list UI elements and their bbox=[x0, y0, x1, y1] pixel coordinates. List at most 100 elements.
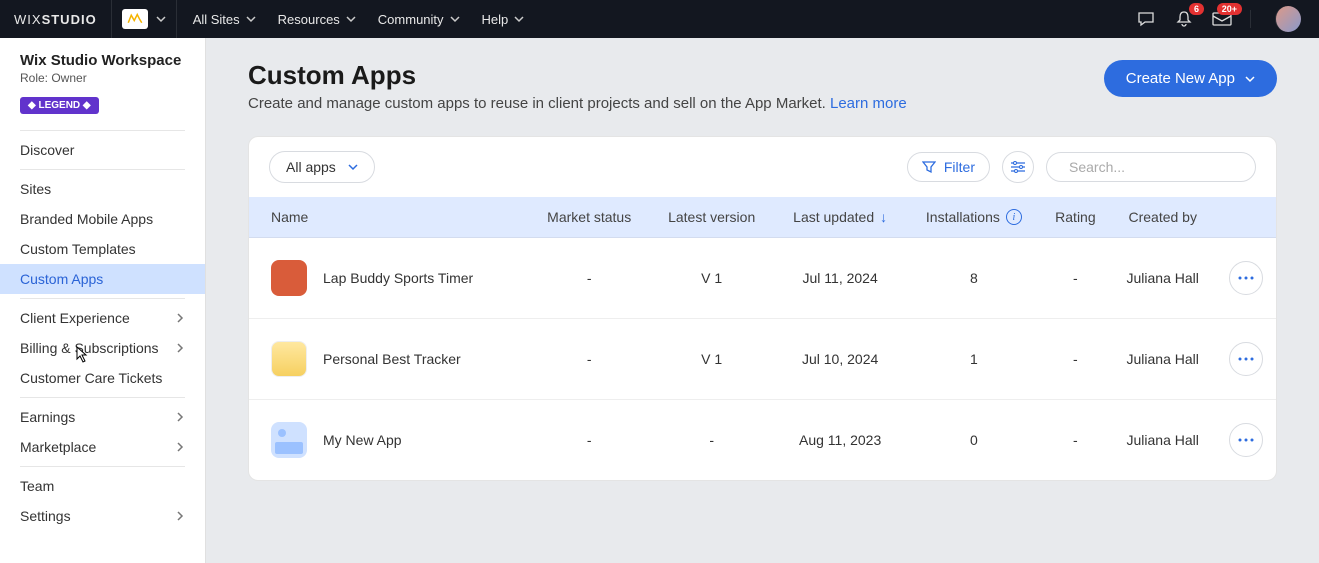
app-name: My New App bbox=[323, 432, 402, 448]
filter-dropdown[interactable]: All apps bbox=[269, 151, 375, 183]
sidebar-item-label: Discover bbox=[20, 142, 74, 158]
site-logo-icon bbox=[122, 9, 148, 29]
th-rating[interactable]: Rating bbox=[1041, 197, 1109, 238]
topnav-help[interactable]: Help bbox=[482, 12, 525, 27]
sidebar-item-label: Customer Care Tickets bbox=[20, 370, 162, 386]
sidebar-item-settings[interactable]: Settings bbox=[0, 501, 205, 531]
cell-updated: Aug 11, 2023 bbox=[774, 400, 907, 481]
th-label: Installations bbox=[926, 209, 1000, 225]
view-options-button[interactable] bbox=[1002, 151, 1034, 183]
sidebar-item-label: Earnings bbox=[20, 409, 75, 425]
bell-icon[interactable]: 6 bbox=[1174, 9, 1194, 29]
row-more-button[interactable] bbox=[1229, 261, 1263, 295]
th-label: Name bbox=[271, 209, 308, 225]
th-name[interactable]: Name bbox=[249, 197, 529, 238]
topnav-resources[interactable]: Resources bbox=[278, 12, 356, 27]
page-desc: Create and manage custom apps to reuse i… bbox=[248, 95, 907, 112]
th-label: Last updated bbox=[793, 209, 874, 225]
apps-card: All apps Filter Name bbox=[248, 136, 1277, 481]
search-input[interactable] bbox=[1069, 159, 1250, 175]
legend-badge: ◆ LEGEND ◆ bbox=[20, 97, 99, 114]
chevron-right-icon bbox=[175, 343, 185, 353]
sidebar-item-client-experience[interactable]: Client Experience bbox=[0, 303, 205, 333]
cell-installs: 8 bbox=[906, 238, 1041, 319]
topnav: All Sites Resources Community Help bbox=[177, 12, 541, 27]
topbar-right: 6 20+ bbox=[1136, 6, 1319, 32]
chevron-down-icon bbox=[450, 14, 460, 24]
app-icon bbox=[271, 260, 307, 296]
cell-market-status: - bbox=[529, 238, 650, 319]
sidebar-item-discover[interactable]: Discover bbox=[0, 135, 205, 165]
topnav-all-sites[interactable]: All Sites bbox=[193, 12, 256, 27]
sidebar-item-customer-care[interactable]: Customer Care Tickets bbox=[0, 363, 205, 393]
divider bbox=[20, 130, 185, 131]
filter-button-label: Filter bbox=[944, 159, 975, 175]
table-row[interactable]: My New App - - Aug 11, 2023 0 - Juliana … bbox=[249, 400, 1276, 481]
sidebar-item-label: Billing & Subscriptions bbox=[20, 340, 159, 356]
sort-down-icon: ↓ bbox=[880, 209, 887, 225]
sidebar-item-earnings[interactable]: Earnings bbox=[0, 402, 205, 432]
sidebar-item-sites[interactable]: Sites bbox=[0, 174, 205, 204]
cell-rating: - bbox=[1041, 238, 1109, 319]
info-icon[interactable]: i bbox=[1006, 209, 1022, 225]
th-latest-version[interactable]: Latest version bbox=[649, 197, 773, 238]
filter-dropdown-label: All apps bbox=[286, 159, 336, 175]
cell-creator: Juliana Hall bbox=[1109, 319, 1216, 400]
topnav-label: All Sites bbox=[193, 12, 240, 27]
topnav-label: Community bbox=[378, 12, 444, 27]
sidebar-item-marketplace[interactable]: Marketplace bbox=[0, 432, 205, 462]
sidebar-item-label: Sites bbox=[20, 181, 51, 197]
brand-bold: STUDIO bbox=[42, 12, 97, 27]
cell-rating: - bbox=[1041, 319, 1109, 400]
topnav-label: Help bbox=[482, 12, 509, 27]
create-btn-label: Create New App bbox=[1126, 70, 1235, 87]
cell-installs: 0 bbox=[906, 400, 1041, 481]
sidebar-item-custom-templates[interactable]: Custom Templates bbox=[0, 234, 205, 264]
chevron-right-icon bbox=[175, 511, 185, 521]
sidebar-item-label: Custom Apps bbox=[20, 271, 103, 287]
th-last-updated[interactable]: Last updated ↓ bbox=[774, 197, 907, 238]
sidebar-item-label: Custom Templates bbox=[20, 241, 136, 257]
sidebar-item-billing[interactable]: Billing & Subscriptions bbox=[0, 333, 205, 363]
divider bbox=[20, 466, 185, 467]
chevron-down-icon bbox=[348, 162, 358, 172]
row-more-button[interactable] bbox=[1229, 423, 1263, 457]
chevron-down-icon bbox=[156, 14, 166, 24]
topnav-community[interactable]: Community bbox=[378, 12, 460, 27]
divider bbox=[20, 298, 185, 299]
chevron-right-icon bbox=[175, 442, 185, 452]
learn-more-link[interactable]: Learn more bbox=[830, 95, 907, 112]
filter-button[interactable]: Filter bbox=[907, 152, 990, 182]
cell-creator: Juliana Hall bbox=[1109, 400, 1216, 481]
sidebar-item-branded-mobile-apps[interactable]: Branded Mobile Apps bbox=[0, 204, 205, 234]
funnel-icon bbox=[922, 160, 936, 174]
chat-icon[interactable] bbox=[1136, 9, 1156, 29]
row-more-button[interactable] bbox=[1229, 342, 1263, 376]
brand: WIX STUDIO bbox=[0, 12, 111, 27]
cell-creator: Juliana Hall bbox=[1109, 238, 1216, 319]
site-switcher[interactable] bbox=[111, 0, 177, 38]
cell-version: V 1 bbox=[649, 319, 773, 400]
divider bbox=[1250, 10, 1251, 28]
th-market-status[interactable]: Market status bbox=[529, 197, 650, 238]
sidebar-item-team[interactable]: Team bbox=[0, 471, 205, 501]
search-box[interactable] bbox=[1046, 152, 1256, 182]
create-new-app-button[interactable]: Create New App bbox=[1104, 60, 1277, 97]
chevron-down-icon bbox=[1245, 74, 1255, 84]
th-label: Latest version bbox=[668, 209, 755, 225]
sidebar-item-label: Branded Mobile Apps bbox=[20, 211, 153, 227]
toolbar: All apps Filter bbox=[249, 137, 1276, 197]
sidebar-item-label: Client Experience bbox=[20, 310, 130, 326]
cell-installs: 1 bbox=[906, 319, 1041, 400]
topnav-label: Resources bbox=[278, 12, 340, 27]
avatar[interactable] bbox=[1275, 6, 1301, 32]
main: Custom Apps Create and manage custom app… bbox=[206, 38, 1319, 563]
sliders-icon bbox=[1010, 160, 1026, 174]
table-row[interactable]: Lap Buddy Sports Timer - V 1 Jul 11, 202… bbox=[249, 238, 1276, 319]
inbox-icon[interactable]: 20+ bbox=[1212, 9, 1232, 29]
th-created-by[interactable]: Created by bbox=[1109, 197, 1216, 238]
sidebar-item-custom-apps[interactable]: Custom Apps bbox=[0, 264, 205, 294]
divider bbox=[20, 397, 185, 398]
th-installations[interactable]: Installations i bbox=[906, 197, 1041, 238]
table-row[interactable]: Personal Best Tracker - V 1 Jul 10, 2024… bbox=[249, 319, 1276, 400]
